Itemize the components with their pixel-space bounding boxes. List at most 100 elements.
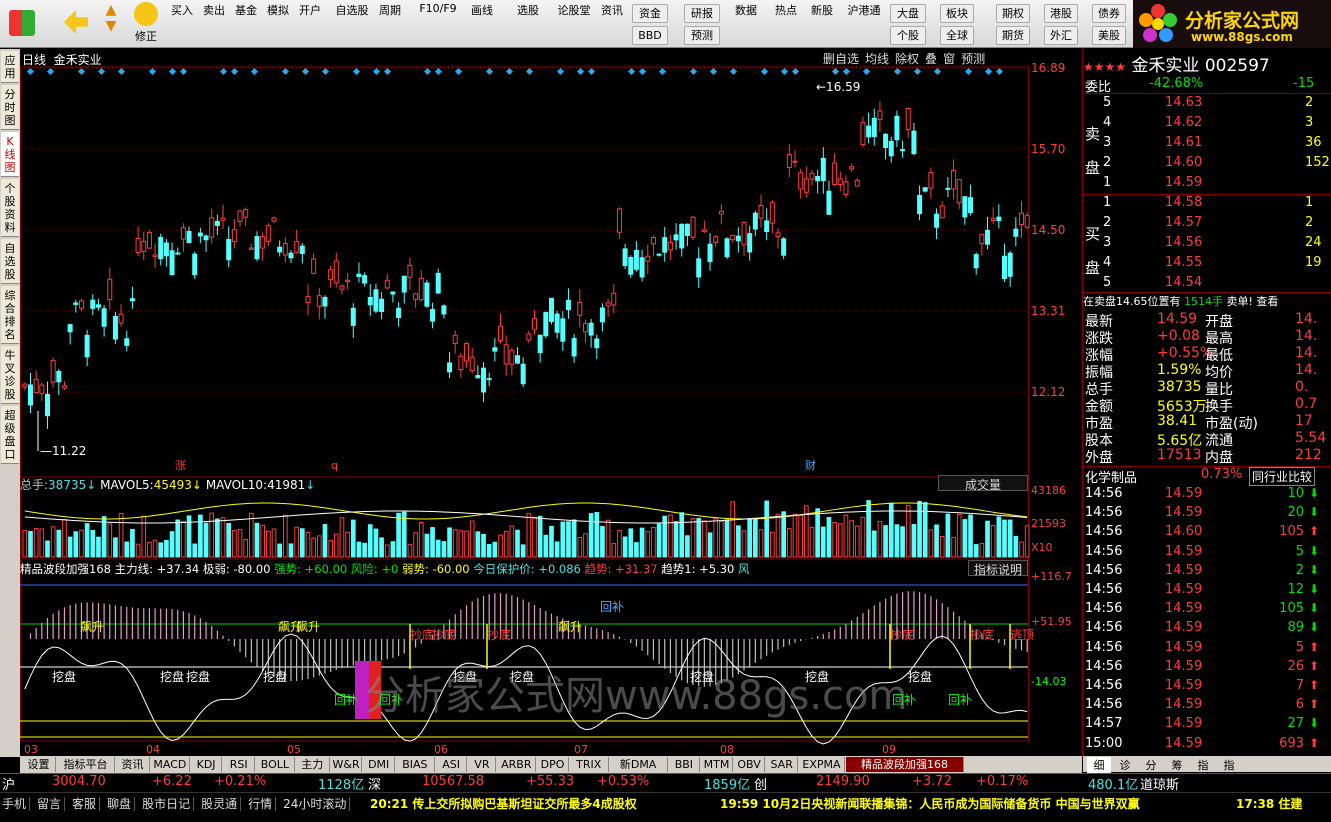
indicator-tab[interactable]: DMI <box>363 757 395 772</box>
chart-top-button[interactable]: 预测 <box>961 52 985 66</box>
orderbook-row[interactable]: 5 14.54 <box>1083 275 1331 293</box>
bottom-bar-item[interactable]: 24小时滚动 <box>283 797 351 811</box>
toolbar-button[interactable]: 新股 <box>806 2 838 46</box>
left-tab[interactable]: 自选股 <box>1 239 19 284</box>
indicator-tab[interactable]: BOLL <box>256 757 295 772</box>
toolbar-button[interactable]: 买入 <box>166 2 198 46</box>
notice-row[interactable]: 在卖盘14.65位置有 1514手 卖单! 查看 <box>1083 292 1331 310</box>
indicator-tab[interactable]: SAR <box>766 757 798 772</box>
indicator-tab[interactable]: EXPMA <box>799 757 845 772</box>
event-marker[interactable]: 涨 <box>175 459 186 472</box>
chart-top-button[interactable]: 叠 <box>925 52 937 66</box>
toolbar-small-button[interactable]: 外汇 <box>1044 26 1078 45</box>
toolbar-button[interactable]: 卖出 <box>198 2 230 46</box>
orderbook-row[interactable]: 2 14.60 152 <box>1083 155 1331 173</box>
news-3[interactable]: 17:38 住建 <box>1236 795 1302 812</box>
left-tab[interactable]: 应用 <box>1 51 19 83</box>
indicator-tab[interactable]: 指标平台 <box>57 757 115 772</box>
chart-top-button[interactable]: 均线 <box>865 52 889 66</box>
windows-icon[interactable] <box>6 2 38 46</box>
toolbar-button[interactable]: 基金 <box>230 2 262 46</box>
indicator-tab[interactable]: 资讯 <box>116 757 150 772</box>
indicator-tab[interactable]: W&R <box>331 757 363 772</box>
news-1[interactable]: 20:21 传上交所拟购巴基斯坦证交所最多4成股权 <box>370 795 637 812</box>
toolbar-small-button[interactable]: 个股 <box>890 26 926 45</box>
news-2[interactable]: 19:59 10月2日央视新闻联播集锦：人民币成为国际储备货币 中国与世界双赢 <box>720 795 1140 812</box>
indicator-tab[interactable]: ARBR <box>497 757 537 772</box>
bottom-bar-item[interactable]: 行情 <box>248 797 277 811</box>
indicator-tab[interactable]: BIAS <box>396 757 435 772</box>
toolbar-button[interactable]: 选股 <box>512 2 544 46</box>
toolbar-small-button[interactable]: 研报 <box>684 4 720 23</box>
right-bottom-tab[interactable]: 指 <box>1217 757 1241 773</box>
indicator-tab[interactable]: TRIX <box>570 757 609 772</box>
indicator-help-button[interactable]: 指标说明 <box>968 560 1028 577</box>
indicator-tab[interactable]: VR <box>468 757 497 772</box>
toolbar-button[interactable]: 画线 <box>466 2 498 46</box>
indicator-tab[interactable]: 精品波段加强168 <box>846 757 964 772</box>
toolbar-small-button[interactable]: 港股 <box>1044 4 1078 23</box>
toolbar-small-button[interactable]: 全球 <box>940 26 974 45</box>
indicator-tab[interactable]: 新DMA <box>610 757 668 772</box>
kline-chart[interactable]: 16.89 15.70 14.50 13.31 12.12 ←16.59 —11.22 涨 q 财… <box>20 49 1080 757</box>
indicator-tab[interactable]: RSI <box>223 757 255 772</box>
toolbar-button[interactable]: 模拟 <box>262 2 294 46</box>
toolbar-button[interactable]: F10/F9 <box>416 2 460 46</box>
toolbar-small-button[interactable]: 美股 <box>1092 26 1126 45</box>
bottom-bar-item[interactable]: 手机 <box>2 797 31 811</box>
right-bottom-tab[interactable]: 诊 <box>1113 757 1137 773</box>
indicator-tab[interactable]: 主力 <box>296 757 330 772</box>
toolbar-small-button[interactable]: 债券 <box>1092 4 1126 23</box>
up-down-button[interactable]: ▲ ▼ <box>98 2 124 46</box>
indicator-tab[interactable]: 设置 <box>22 757 56 772</box>
volume-menu[interactable]: 成交量 <box>938 475 1028 492</box>
right-bottom-tab[interactable]: 细 <box>1087 757 1111 773</box>
event-marker[interactable]: 财 <box>805 458 816 472</box>
indicator-tab[interactable]: DPO <box>537 757 569 772</box>
toolbar-small-button[interactable]: BBD <box>632 26 668 45</box>
toolbar-button[interactable]: 热点 <box>770 2 802 46</box>
toolbar-small-button[interactable]: 资金 <box>632 4 668 23</box>
left-tab[interactable]: 分时图 <box>1 85 19 130</box>
chart-top-button[interactable]: 删自选 <box>823 52 859 66</box>
modify-button[interactable]: 修正 <box>130 2 162 46</box>
toolbar-button[interactable]: 开户 <box>294 2 326 46</box>
back-button[interactable] <box>60 2 92 46</box>
indicator-tab[interactable]: OBV <box>734 757 766 772</box>
left-tab[interactable]: 超级盘口 <box>1 406 19 464</box>
toolbar-button[interactable]: 论股堂 <box>552 2 596 46</box>
orderbook-row[interactable]: 3 14.61 36 <box>1083 135 1331 153</box>
bottom-bar-item[interactable]: 股市日记 <box>142 797 195 811</box>
compare-button[interactable]: 同行业比较 <box>1249 467 1316 486</box>
orderbook-row[interactable]: 3 14.56 24 <box>1083 235 1331 253</box>
orderbook-row[interactable]: 2 14.57 2 <box>1083 215 1331 233</box>
toolbar-button[interactable]: 沪港通 <box>842 2 886 46</box>
toolbar-button[interactable]: 周期 <box>374 2 406 46</box>
indicator-tab[interactable]: MACD <box>151 757 190 772</box>
right-bottom-tab[interactable]: 筹 <box>1165 757 1189 773</box>
orderbook-row[interactable]: 1 14.58 1 <box>1083 195 1331 213</box>
toolbar-small-button[interactable]: 期权 <box>996 4 1030 23</box>
toolbar-small-button[interactable]: 预测 <box>684 26 720 45</box>
toolbar-button[interactable]: 自选股 <box>330 2 374 46</box>
right-bottom-tab[interactable]: 指 <box>1191 757 1215 773</box>
indicator-tab[interactable]: BBI <box>669 757 701 772</box>
left-tab[interactable]: 综合排名 <box>1 286 19 344</box>
orderbook-row[interactable]: 4 14.62 3 <box>1083 115 1331 133</box>
orderbook-row[interactable]: 1 14.59 <box>1083 175 1331 193</box>
indicator-tab[interactable]: ASI <box>436 757 468 772</box>
right-bottom-tab[interactable]: 分 <box>1139 757 1163 773</box>
chart-top-button[interactable]: 窗 <box>943 52 955 66</box>
chart-top-button[interactable]: 除权 <box>895 52 919 66</box>
chart-area[interactable]: 16.89 15.70 14.50 13.31 12.12 ←16.59 —11.22 涨 q 财… <box>20 49 1080 757</box>
toolbar-button[interactable]: 数据 <box>730 2 762 46</box>
toolbar-small-button[interactable]: 大盘 <box>890 4 926 23</box>
left-tab[interactable]: 个股资料 <box>1 179 19 237</box>
left-tab[interactable]: 牛叉诊股 <box>1 346 19 404</box>
bottom-bar-item[interactable]: 客服 <box>72 797 101 811</box>
toolbar-small-button[interactable]: 板块 <box>940 4 974 23</box>
orderbook-row[interactable]: 5 14.63 2 <box>1083 95 1331 113</box>
indicator-tab[interactable]: MTM <box>701 757 733 772</box>
left-tab[interactable]: K线图 <box>1 132 19 177</box>
toolbar-small-button[interactable]: 期货 <box>996 26 1030 45</box>
